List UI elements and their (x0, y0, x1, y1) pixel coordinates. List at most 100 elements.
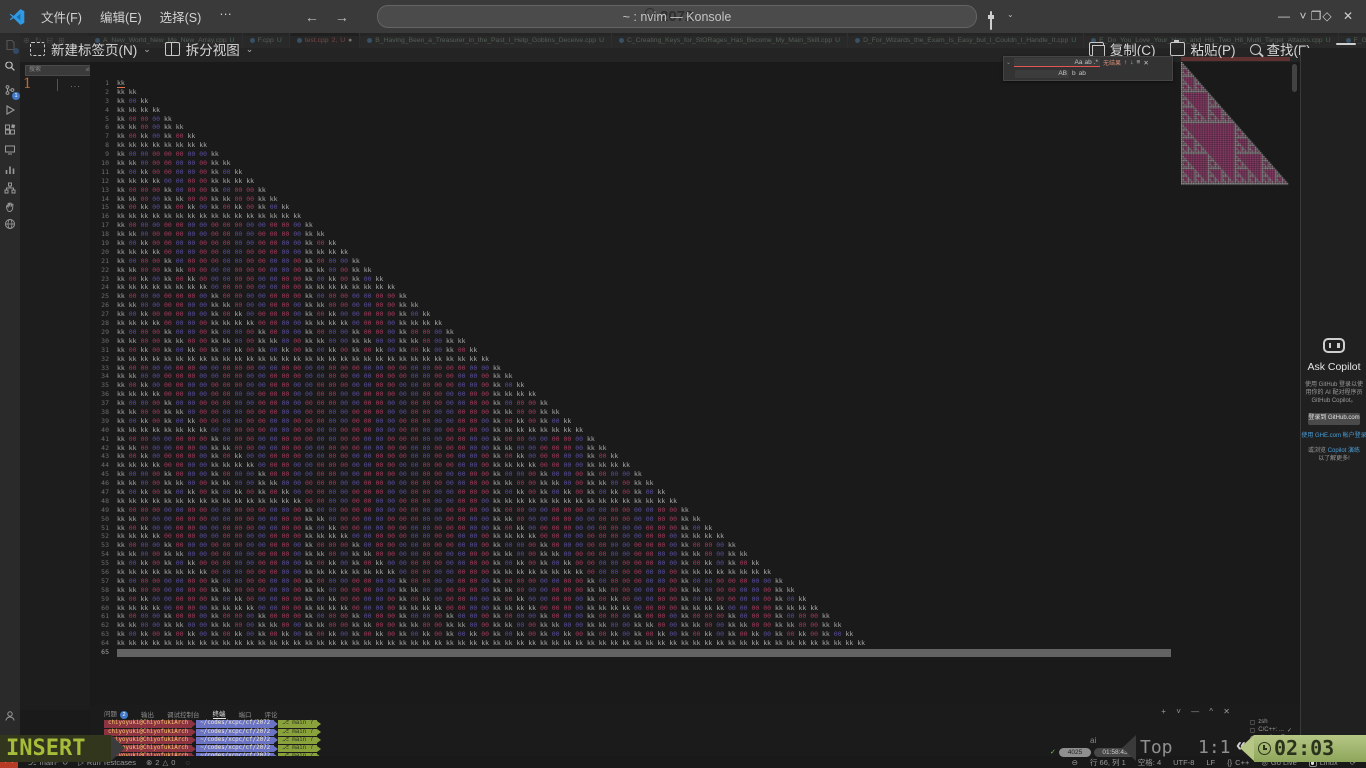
ghe-signin-link[interactable]: 使用 GHE.com 帐户登录 (1301, 433, 1366, 441)
settings-gear-icon[interactable] (0, 739, 20, 757)
panel-tab-item[interactable]: 端口 (239, 709, 252, 719)
code-token: 00 (235, 230, 243, 238)
close-button[interactable]: ✕ (1340, 0, 1356, 33)
structure-icon[interactable] (0, 179, 20, 197)
terminal-session-item[interactable]: ▢zsh (1250, 718, 1292, 726)
code-token: 00 (458, 470, 466, 478)
find-toggle-replace-icon[interactable]: ⌄ (1006, 59, 1011, 66)
copilot-chevron-icon[interactable]: ⌄ (1007, 10, 1014, 19)
panel-tab-item[interactable]: 调试控制台 (167, 709, 200, 719)
terminal-panel-controls[interactable]: + ˅ — ^ ✕ (1161, 707, 1234, 716)
language-status[interactable]: {} C++ (1227, 758, 1249, 767)
code-line-text: kk 00 kk 00 00 00 00 00 kk 00 kk 00 00 0… (117, 595, 806, 604)
preserve-case-icon[interactable]: AB (1058, 70, 1067, 77)
source-control-icon[interactable]: 1 (0, 81, 20, 99)
status-bar: >< ⎇ main* ↻ ▷ Run Testcases ⊗ 2 △ 0 ◌ ⊖… (0, 756, 1366, 768)
menu-item[interactable]: 文件(F) (32, 7, 91, 26)
new-tab-button[interactable]: 新建标签页(N)⌄ (30, 39, 151, 59)
code-token: 00 (282, 515, 290, 523)
cursor-position-status[interactable]: 行 66, 列 1 (1090, 757, 1126, 768)
code-token: 00 (399, 568, 407, 576)
new-tab-chevron-icon[interactable]: ⌄ (143, 44, 151, 55)
find-prev-icon[interactable]: ↑ (1124, 59, 1127, 66)
replace-input[interactable]: AB (1015, 70, 1069, 78)
zoom-status-icon[interactable]: ⊖ (1072, 758, 1078, 767)
code-token: kk (117, 106, 125, 114)
remote-indicator[interactable]: >< (0, 756, 18, 768)
find-next-icon[interactable]: ↓ (1130, 59, 1133, 66)
code-token: 00 (199, 337, 207, 345)
code-token: 00 (376, 426, 384, 434)
minimize-button[interactable]: — (1276, 0, 1292, 33)
testing-chart-icon[interactable] (0, 161, 20, 179)
code-token: kk (352, 541, 360, 549)
code-token: 00 (411, 524, 419, 532)
regex-icon[interactable]: .* (1094, 59, 1098, 66)
hand-icon[interactable] (0, 198, 20, 216)
find-input[interactable]: Aa ab .* (1014, 58, 1100, 67)
problems-status[interactable]: ⊗ 2 △ 0 (146, 758, 175, 767)
go-live-button[interactable]: ◎ Go Live (1261, 758, 1296, 767)
search-input[interactable]: 搜索 ab (25, 65, 92, 76)
code-token: kk (775, 630, 783, 638)
menu-item[interactable]: 编辑(E) (91, 7, 151, 26)
code-token: 00 (423, 426, 431, 434)
os-status[interactable]: Linux (1309, 757, 1338, 767)
extensions-icon[interactable] (0, 121, 20, 139)
split-view-button[interactable]: 拆分视图⌄ (165, 39, 254, 59)
terminal-prompts[interactable]: chiyoyuki@ChiyofukiArch ~/codes/xcpc/cf/… (104, 720, 321, 761)
scrollbar-slider[interactable] (1292, 64, 1297, 92)
code-token: 00 (716, 595, 724, 603)
nvim-editor-area[interactable]: 1kk2kk kk3kk 00 kk4kk kk kk kk5kk 00 00 … (90, 48, 1300, 710)
split-view-chevron-icon[interactable]: ⌄ (246, 44, 254, 55)
code-token: 00 (740, 630, 748, 638)
terminal-session-item[interactable]: ▢C/C++: ...✓ (1250, 726, 1292, 734)
minimap[interactable] (1181, 62, 1291, 186)
code-token: 00 (199, 577, 207, 585)
refresh-status-icon[interactable]: ⟳ (1350, 758, 1356, 767)
code-token: kk (517, 559, 525, 567)
replace-all-icon[interactable]: ab (1079, 70, 1086, 77)
sidebar-more-icon[interactable]: ··· (70, 82, 81, 91)
code-token: 00 (622, 612, 630, 620)
accounts-icon[interactable] (0, 707, 20, 725)
maximize-button[interactable]: ◇ (1319, 0, 1335, 33)
panel-tab-item[interactable]: 评论 (265, 709, 278, 719)
indent-status[interactable]: 空格: 4 (1138, 757, 1161, 768)
github-signin-button[interactable]: 登录到 GitHub.com (1308, 413, 1360, 425)
find-close-icon[interactable]: ✕ (1143, 59, 1148, 67)
terminal-session-item[interactable]: ⚙cppdbg: F (1250, 734, 1292, 742)
sync-icon[interactable]: ↻ (62, 758, 68, 767)
panel-tab-active[interactable]: 终端 (213, 708, 226, 719)
find-in-selection-icon[interactable]: ≡ (1137, 59, 1141, 66)
replace-one-icon[interactable]: b (1072, 70, 1076, 77)
nav-forward-button[interactable]: → (327, 9, 357, 25)
code-token: 00 (446, 595, 454, 603)
run-testcases-button[interactable]: ▷ Run Testcases (78, 758, 136, 767)
run-debug-icon[interactable] (0, 101, 20, 119)
globe-icon[interactable] (0, 215, 20, 233)
eol-status[interactable]: LF (1206, 758, 1215, 767)
code-token: kk (164, 488, 172, 496)
panel-tab-item[interactable]: 问题2 (104, 708, 128, 719)
nav-back-button[interactable]: ← (297, 9, 327, 25)
menu-item[interactable]: 选择(S) (151, 7, 211, 26)
code-token: kk (493, 639, 501, 647)
paste-button[interactable]: 粘贴(P) (1170, 39, 1236, 59)
code-token: 00 (399, 426, 407, 434)
code-token: kk (387, 639, 395, 647)
whole-word-icon[interactable]: ab (1084, 59, 1091, 66)
walkthrough-link[interactable]: Copilot 演练 (1328, 448, 1360, 454)
match-case-icon[interactable]: Aa (1075, 59, 1083, 66)
code-token: 00 (505, 381, 513, 389)
code-token: 00 (387, 621, 395, 629)
menu-item[interactable]: ··· (210, 7, 241, 26)
copilot-titlebar-icon[interactable] (990, 12, 992, 30)
git-branch-item[interactable]: ⎇ main* ↻ (28, 758, 68, 767)
encoding-status[interactable]: UTF-8 (1173, 758, 1194, 767)
megaphone-icon[interactable]: ◌ (185, 758, 189, 767)
code-token: kk (305, 301, 313, 309)
code-token: kk (305, 630, 313, 638)
panel-tab-item[interactable]: 输出 (141, 709, 154, 719)
remote-explorer-icon[interactable] (0, 141, 20, 159)
